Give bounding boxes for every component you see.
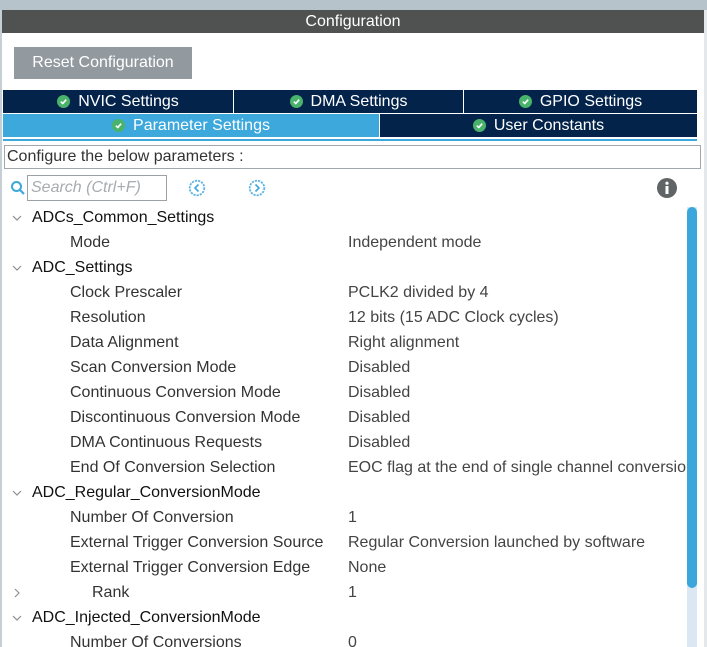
check-circle-icon [289,95,303,108]
tree-param-row[interactable]: Resolution 12 bits (15 ADC Clock cycles) [0,305,690,330]
tree-param-row[interactable]: Number Of Conversion 1 [0,505,690,530]
panel-header: Configuration [2,10,704,33]
scrollbar-thumb[interactable] [687,207,697,588]
tab-label: User Constants [493,116,605,134]
check-circle-icon [472,119,486,132]
chevron-down-icon[interactable] [10,205,24,230]
tree-group[interactable]: ADC_Settings [0,255,690,280]
tab-label: NVIC Settings [78,92,179,110]
chevron-down-icon[interactable] [10,480,24,505]
chevron-down-icon[interactable] [10,605,24,630]
tab-label: DMA Settings [310,92,408,110]
tab-dma-settings[interactable]: DMA Settings [233,90,463,113]
group-label: ADC_Settings [32,259,133,276]
tree-param-row[interactable]: Discontinuous Conversion Mode Disabled [0,405,690,430]
tree-param-row[interactable]: Clock Prescaler PCLK2 divided by 4 [0,280,690,305]
next-result-icon[interactable] [248,179,266,197]
param-value[interactable]: 0 [348,630,357,647]
panel-title: Configuration [305,13,401,30]
tree-param-row[interactable]: External Trigger Conversion Source Regula… [0,530,690,555]
param-value[interactable]: Disabled [348,405,410,430]
param-value[interactable]: PCLK2 divided by 4 [348,280,489,305]
param-label: DMA Continuous Requests [70,434,263,451]
chevron-down-icon[interactable] [10,255,24,280]
param-label: Data Alignment [70,334,179,351]
group-label: ADCs_Common_Settings [32,209,215,226]
param-label: External Trigger Conversion Edge [70,559,311,576]
tab-label: GPIO Settings [539,92,643,110]
tab-nvic-settings[interactable]: NVIC Settings [3,90,233,113]
parameter-tree: ADCs_Common_Settings Mode Independent mode… [0,205,690,647]
param-value[interactable]: Disabled [348,355,410,380]
check-circle-icon [518,95,532,108]
param-value[interactable]: EOC flag at the end of single channel co… [348,455,690,480]
param-label: External Trigger Conversion Source [70,534,324,551]
param-label: Continuous Conversion Mode [70,384,281,401]
tree-param-row[interactable]: End Of Conversion Selection EOC flag at t… [0,455,690,480]
check-circle-icon [112,119,126,132]
param-value[interactable]: 1 [348,580,357,605]
tab-gpio-settings[interactable]: GPIO Settings [463,90,697,113]
reset-configuration-button[interactable]: Reset Configuration [14,47,192,79]
param-label: Mode [70,234,111,251]
tab-label: Parameter Settings [133,116,270,134]
tree-param-row[interactable]: Data Alignment Right alignment [0,330,690,355]
group-label: ADC_Regular_ConversionMode [32,484,261,501]
param-value[interactable]: 1 [348,505,357,530]
param-label: Clock Prescaler [70,284,183,301]
tree-param-row[interactable]: External Trigger Conversion Edge None [0,555,690,580]
param-value[interactable]: Right alignment [348,330,459,355]
tab-row-2: Parameter Settings User Constants [3,114,697,137]
tab-underline [3,139,697,141]
tree-group[interactable]: ADCs_Common_Settings [0,205,690,230]
param-value[interactable]: Disabled [348,380,410,405]
tree-param-row[interactable]: Continuous Conversion Mode Disabled [0,380,690,405]
tab-user-constants[interactable]: User Constants [379,114,697,137]
info-icon[interactable] [657,178,677,198]
previous-result-icon[interactable] [188,179,206,197]
tree-subgroup[interactable]: Rank 1 [0,580,690,605]
window-top-strip [0,0,707,10]
param-label: Discontinuous Conversion Mode [70,409,301,426]
group-label: ADC_Injected_ConversionMode [32,609,261,626]
parameters-description: Configure the below parameters : [4,145,701,169]
search-icon[interactable] [10,180,26,196]
tree-param-row[interactable]: DMA Continuous Requests Disabled [0,430,690,455]
param-label: End Of Conversion Selection [70,459,276,476]
search-input[interactable] [27,175,167,201]
param-label: Number Of Conversion [70,509,234,526]
tab-row-1: NVIC Settings DMA Settings GPIO Settings [3,90,697,113]
param-value[interactable]: None [348,555,386,580]
param-value[interactable]: Regular Conversion launched by software [348,530,645,555]
check-circle-icon [57,95,71,108]
param-value[interactable]: 12 bits (15 ADC Clock cycles) [348,305,559,330]
tree-param-row[interactable]: Mode Independent mode [0,230,690,255]
tree-param-row[interactable]: Scan Conversion Mode Disabled [0,355,690,380]
param-value[interactable]: Disabled [348,430,410,455]
param-label: Rank [92,584,130,601]
tree-param-row[interactable]: Number Of Conversions 0 [0,630,690,647]
tab-parameter-settings[interactable]: Parameter Settings [3,114,379,137]
tree-group[interactable]: ADC_Regular_ConversionMode [0,480,690,505]
param-label: Scan Conversion Mode [70,359,237,376]
param-value[interactable]: Independent mode [348,230,481,255]
chevron-right-icon[interactable] [10,580,24,605]
param-label: Number Of Conversions [70,634,242,647]
param-label: Resolution [70,309,146,326]
tree-group[interactable]: ADC_Injected_ConversionMode [0,605,690,630]
